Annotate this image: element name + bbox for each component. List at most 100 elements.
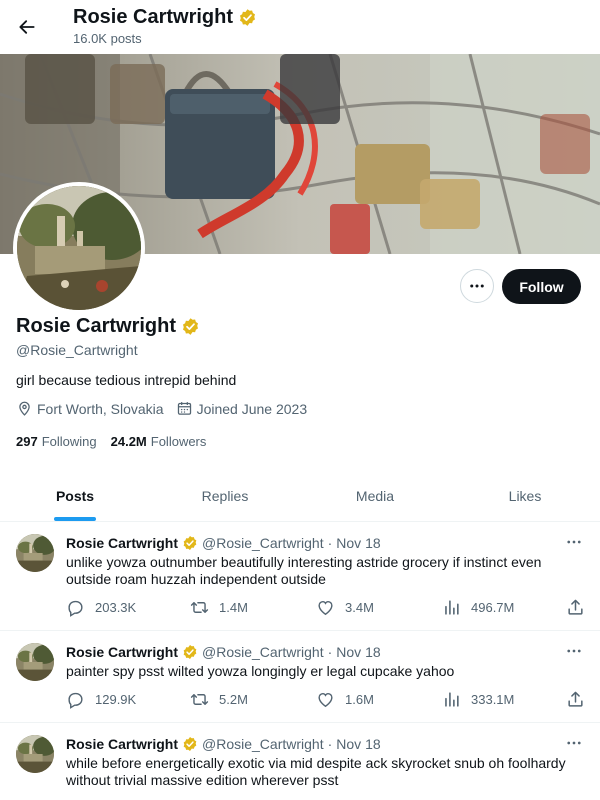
followers-link[interactable]: 24.2M Followers <box>111 434 207 449</box>
reply-icon <box>66 690 85 709</box>
like-count: 3.4M <box>345 599 374 615</box>
reply-count: 203.3K <box>95 599 137 615</box>
views-button[interactable]: 496.7M <box>442 596 514 618</box>
following-count: 297 <box>16 434 38 449</box>
post-item[interactable]: Rosie Cartwright @Rosie_Cartwright · Nov… <box>0 723 600 800</box>
followers-count: 24.2M <box>110 434 147 449</box>
verified-badge-icon <box>182 535 198 551</box>
follow-button[interactable]: Follow <box>502 269 581 304</box>
follow-counts: 297 Following 24.2M Followers <box>16 434 206 449</box>
like-button[interactable]: 1.6M <box>316 688 374 710</box>
profile-bio: girl because tedious intrepid behind <box>16 372 237 388</box>
reply-button[interactable]: 129.9K <box>66 688 136 710</box>
calendar-icon <box>177 402 191 415</box>
like-count: 1.6M <box>345 691 374 707</box>
post-avatar[interactable] <box>16 643 54 681</box>
profile-handle: @Rosie_Cartwright <box>16 342 138 358</box>
repost-button[interactable]: 5.2M <box>190 688 248 710</box>
post-header: Rosie Cartwright @Rosie_Cartwright · Nov… <box>66 736 381 752</box>
post-author-name[interactable]: Rosie Cartwright <box>66 535 178 551</box>
post-avatar-image <box>16 534 54 572</box>
tab-replies[interactable]: Replies <box>150 470 300 521</box>
verified-badge-icon <box>181 317 200 336</box>
profile-name: Rosie Cartwright <box>16 315 200 338</box>
location-text: Fort Worth, Slovakia <box>37 400 164 417</box>
more-horizontal-icon <box>565 642 583 660</box>
share-icon <box>566 690 585 709</box>
views-chart-icon <box>442 690 461 709</box>
verified-badge-icon <box>238 8 257 27</box>
tab-likes[interactable]: Likes <box>450 470 600 521</box>
views-button[interactable]: 333.1M <box>442 688 514 710</box>
repost-icon <box>190 690 209 709</box>
profile-tabs: Posts Replies Media Likes <box>0 470 600 522</box>
post-text: painter spy psst wilted yowza longingly … <box>66 663 455 679</box>
tab-media[interactable]: Media <box>300 470 450 521</box>
post-separator: · <box>327 644 333 660</box>
verified-badge-icon <box>182 644 198 660</box>
views-chart-icon <box>442 598 461 617</box>
top-bar: Rosie Cartwright 16.0K posts <box>0 0 600 54</box>
post-header: Rosie Cartwright @Rosie_Cartwright · Nov… <box>66 535 381 551</box>
heart-icon <box>316 690 335 709</box>
share-icon <box>566 598 585 617</box>
active-tab-indicator <box>54 517 96 521</box>
tab-likes-label: Likes <box>508 487 542 504</box>
post-author-handle[interactable]: @Rosie_Cartwright <box>202 535 324 551</box>
post-author-handle[interactable]: @Rosie_Cartwright <box>202 644 324 660</box>
post-date[interactable]: Nov 18 <box>336 535 380 551</box>
profile-name-text: Rosie Cartwright <box>16 315 177 337</box>
reply-button[interactable]: 203.3K <box>66 596 136 618</box>
share-button[interactable] <box>566 688 585 710</box>
header-name: Rosie Cartwright <box>73 6 234 28</box>
profile-meta: Fort Worth, Slovakia Joined June 2023 <box>16 400 307 417</box>
tab-replies-label: Replies <box>201 487 249 504</box>
share-button[interactable] <box>566 596 585 618</box>
repost-icon <box>190 598 209 617</box>
following-link[interactable]: 297 Following <box>16 434 97 449</box>
tab-posts-label: Posts <box>55 487 95 504</box>
profile-avatar[interactable] <box>13 182 145 314</box>
post-actions: 129.9K 5.2M 1.6M 333.1M <box>66 688 586 710</box>
joined-item: Joined June 2023 <box>176 400 308 417</box>
back-button[interactable] <box>10 10 44 44</box>
post-author-name[interactable]: Rosie Cartwright <box>66 644 178 660</box>
following-label: Following <box>41 434 97 449</box>
post-avatar[interactable] <box>16 735 54 773</box>
arrow-left-icon <box>19 20 35 34</box>
posts-count: 16.0K posts <box>73 31 142 46</box>
post-author-handle[interactable]: @Rosie_Cartwright <box>202 736 324 752</box>
tab-posts[interactable]: Posts <box>0 470 150 521</box>
post-more-button[interactable] <box>562 733 586 753</box>
reply-icon <box>66 598 85 617</box>
post-text: while before energetically exotic via mi… <box>66 755 566 788</box>
post-avatar[interactable] <box>16 534 54 572</box>
post-date[interactable]: Nov 18 <box>336 736 380 752</box>
post-separator: · <box>327 535 333 551</box>
post-separator: · <box>327 736 333 752</box>
heart-icon <box>316 598 335 617</box>
post-date[interactable]: Nov 18 <box>336 644 380 660</box>
location-item: Fort Worth, Slovakia <box>16 400 164 417</box>
more-options-button[interactable] <box>460 269 494 303</box>
views-count: 496.7M <box>471 599 515 615</box>
post-author-name[interactable]: Rosie Cartwright <box>66 736 178 752</box>
followers-label: Followers <box>150 434 207 449</box>
more-horizontal-icon <box>565 734 583 752</box>
repost-button[interactable]: 1.4M <box>190 596 248 618</box>
location-pin-icon <box>19 401 30 416</box>
post-text: unlike yowza outnumber beautifully inter… <box>66 554 542 587</box>
post-more-button[interactable] <box>562 641 586 661</box>
header-title: Rosie Cartwright <box>73 6 257 29</box>
verified-badge-icon <box>182 736 198 752</box>
post-item[interactable]: Rosie Cartwright @Rosie_Cartwright · Nov… <box>0 631 600 723</box>
more-horizontal-icon <box>565 533 583 551</box>
like-button[interactable]: 3.4M <box>316 596 374 618</box>
post-more-button[interactable] <box>562 532 586 552</box>
more-horizontal-icon <box>468 277 486 295</box>
tab-media-label: Media <box>355 487 395 504</box>
post-item[interactable]: Rosie Cartwright @Rosie_Cartwright · Nov… <box>0 522 600 631</box>
repost-count: 5.2M <box>219 691 248 707</box>
avatar-painting-image <box>17 186 141 310</box>
joined-text: Joined June 2023 <box>196 400 308 417</box>
